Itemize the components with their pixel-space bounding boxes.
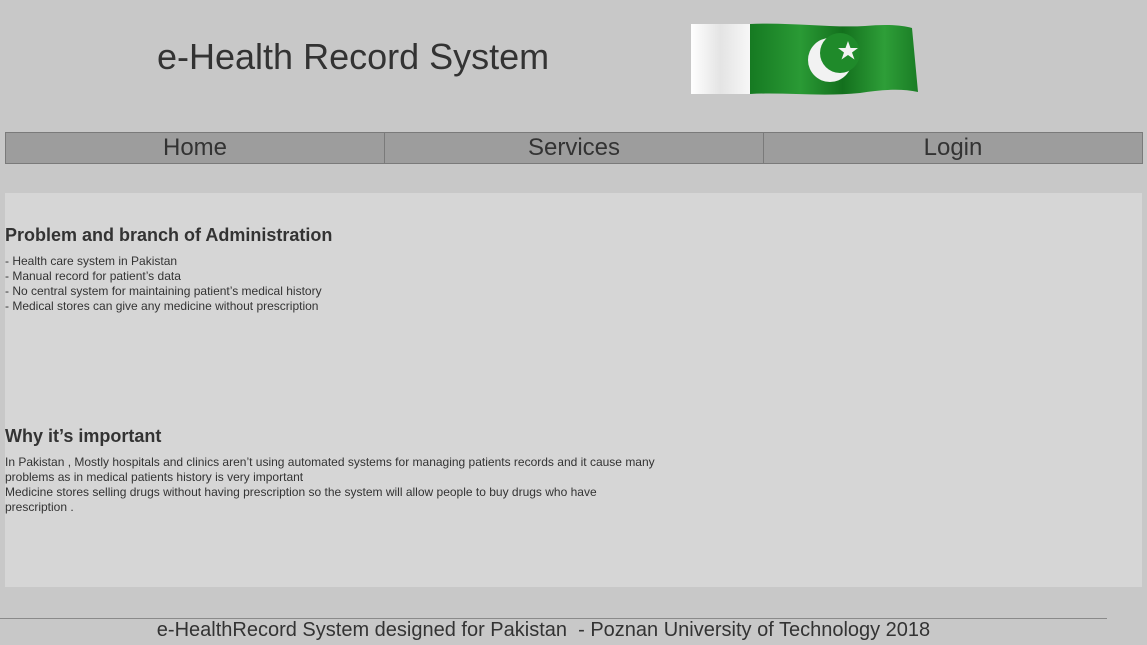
main-nav: Home Services Login [5, 132, 1143, 164]
footer-text: e-HealthRecord System designed for Pakis… [156, 619, 931, 641]
site-title: e-Health Record System [157, 36, 550, 77]
problem-item: - Health care system in Pakistan [5, 254, 178, 268]
problem-list: - Health care system in Pakistan - Manua… [5, 254, 665, 314]
importance-text: In Pakistan , Mostly hospitals and clini… [5, 455, 660, 515]
nav-login[interactable]: Login [764, 133, 1142, 163]
importance-heading: Why it’s important [5, 426, 162, 446]
importance-paragraph: Medicine stores selling drugs without ha… [5, 485, 597, 514]
problem-section: Problem and branch of Administration - H… [5, 224, 665, 314]
problem-item: - No central system for maintaining pati… [5, 284, 322, 298]
importance-section: Why it’s important In Pakistan , Mostly … [5, 425, 660, 515]
importance-paragraph: In Pakistan , Mostly hospitals and clini… [5, 455, 655, 484]
pakistan-flag-icon [690, 22, 920, 96]
problem-heading: Problem and branch of Administration [5, 225, 333, 245]
problem-item: - Manual record for patient’s data [5, 269, 181, 283]
nav-services[interactable]: Services [385, 133, 764, 163]
content-panel: Problem and branch of Administration - H… [5, 193, 1142, 587]
problem-item: - Medical stores can give any medicine w… [5, 299, 319, 313]
nav-home[interactable]: Home [6, 133, 385, 163]
